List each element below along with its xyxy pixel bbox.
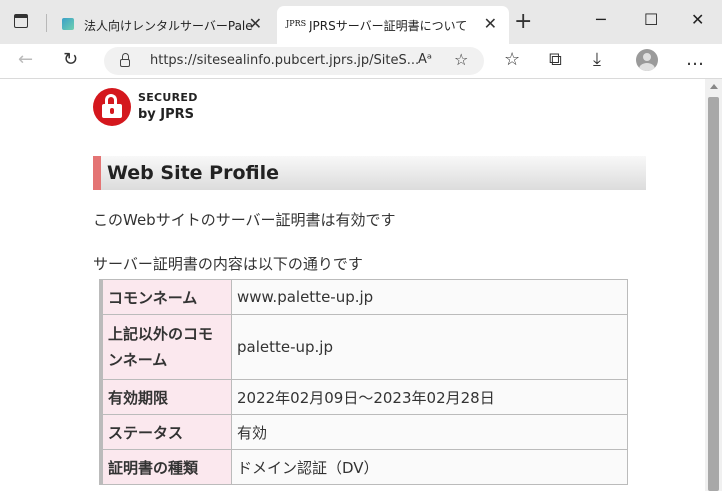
address-url[interactable]: https://sitesealinfo.pubcert.jprs.jp/Sit… <box>150 53 419 68</box>
close-window-button[interactable]: ✕ <box>691 10 704 29</box>
profile-avatar[interactable] <box>636 49 658 71</box>
tab-close-icon[interactable]: ✕ <box>484 15 497 33</box>
row-value: ドメイン認証（DV） <box>231 449 628 485</box>
row-value: 2022年02月09日～2023年02月28日 <box>231 379 628 415</box>
tab-separator <box>46 14 47 32</box>
scroll-up-icon[interactable] <box>710 84 718 89</box>
valid-status-text: このWebサイトのサーバー証明書は有効です <box>93 211 396 229</box>
profile-heading: Web Site Profile <box>93 156 646 190</box>
palette-favicon-icon <box>62 18 74 30</box>
favorites-icon[interactable]: ☆ <box>504 51 520 69</box>
tab-title: 法人向けレンタルサーバーPalette U <box>84 19 252 33</box>
minimize-button[interactable]: ─ <box>596 10 606 29</box>
intro-text: サーバー証明書の内容は以下の通りです <box>93 255 363 273</box>
table-row: 上記以外のコモンネーム palette-up.jp <box>99 314 628 380</box>
scrollbar-thumb[interactable] <box>708 97 719 491</box>
back-icon[interactable]: ← <box>18 51 33 69</box>
heading-accent-bar <box>93 156 101 190</box>
browser-toolbar: ← ↻ https://sitesealinfo.pubcert.jprs.jp… <box>0 44 722 79</box>
seal-text-secured: SECURED <box>138 91 198 104</box>
row-key: コモンネーム <box>99 279 232 315</box>
table-row: 有効期限 2022年02月09日～2023年02月28日 <box>99 379 628 415</box>
tab-bar: 法人向けレンタルサーバーPalette U ✕ JPRS JPRSサーバー証明書… <box>0 0 722 44</box>
table-row: ステータス 有効 <box>99 414 628 450</box>
downloads-icon[interactable]: ⤓ <box>593 51 601 69</box>
read-aloud-icon[interactable]: Aᵃ <box>418 52 432 67</box>
refresh-icon[interactable]: ↻ <box>63 51 78 69</box>
tab-jprs[interactable]: JPRS JPRSサーバー証明書について ✕ <box>277 6 509 44</box>
tab-palette[interactable]: 法人向けレンタルサーバーPalette U ✕ <box>52 6 274 44</box>
padlock-icon <box>93 88 131 126</box>
page-title: Web Site Profile <box>107 162 279 184</box>
vertical-scrollbar[interactable] <box>705 79 722 491</box>
row-key: 上記以外のコモンネーム <box>99 314 232 380</box>
add-favorite-icon[interactable]: ☆ <box>454 50 468 69</box>
tab-actions-icon[interactable] <box>14 14 28 28</box>
collections-icon[interactable]: ⧉ <box>549 51 562 69</box>
tab-close-icon[interactable]: ✕ <box>249 15 262 33</box>
row-key: 有効期限 <box>99 379 232 415</box>
lock-icon[interactable] <box>120 53 130 67</box>
tab-title: JPRSサーバー証明書について <box>309 19 468 33</box>
address-bar[interactable]: https://sitesealinfo.pubcert.jprs.jp/Sit… <box>104 47 484 75</box>
settings-menu-icon[interactable]: … <box>686 51 704 69</box>
new-tab-button[interactable]: + <box>514 10 532 34</box>
table-row: 証明書の種類 ドメイン認証（DV） <box>99 449 628 485</box>
row-key: ステータス <box>99 414 232 450</box>
row-value: palette-up.jp <box>231 314 628 380</box>
maximize-button[interactable]: ☐ <box>644 10 658 29</box>
row-value: 有効 <box>231 414 628 450</box>
row-key: 証明書の種類 <box>99 449 232 485</box>
seal-text-by-jprs: by JPRS <box>138 107 195 122</box>
page-content: SECURED by JPRS Web Site Profile このWebサイ… <box>0 79 705 491</box>
table-row: コモンネーム www.palette-up.jp <box>99 279 628 315</box>
certificate-table: コモンネーム www.palette-up.jp 上記以外のコモンネーム pal… <box>99 279 628 485</box>
row-value: www.palette-up.jp <box>231 279 628 315</box>
jprs-favicon-icon: JPRS <box>286 19 307 28</box>
jprs-secured-seal[interactable]: SECURED by JPRS <box>93 88 198 126</box>
